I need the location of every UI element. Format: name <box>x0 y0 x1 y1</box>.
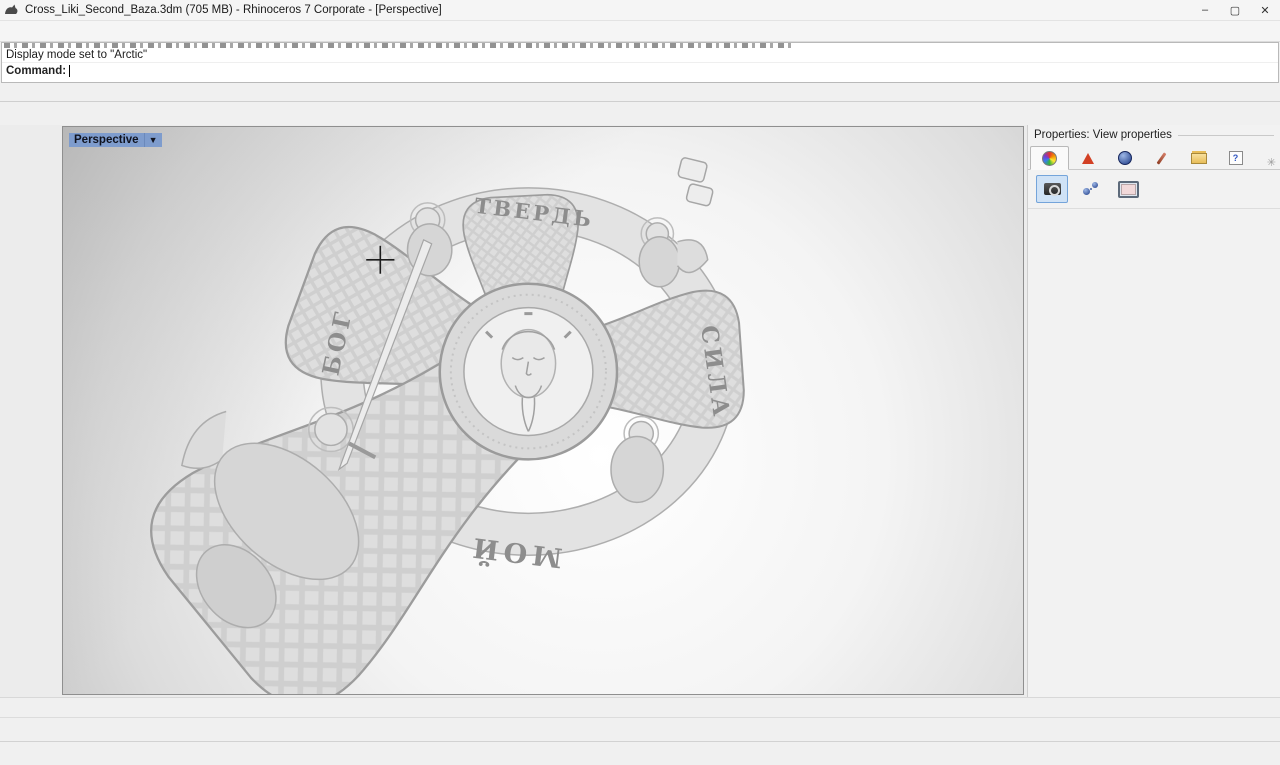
maximize-button[interactable]: ▢ <box>1220 1 1250 20</box>
properties-panel: Properties: View properties ? ✳ <box>1027 125 1280 697</box>
molecule-icon <box>1082 182 1098 196</box>
monitor-icon <box>1118 181 1139 198</box>
main-area: Perspective ▼ <box>0 125 1280 697</box>
model-cross: ТВЕРДЬ БОГ СИЛА МОЙ <box>126 157 746 694</box>
color-wheel-icon <box>1042 151 1057 166</box>
clipped-history-line <box>4 43 795 48</box>
viewport-title-dropdown-icon[interactable]: ▼ <box>145 134 162 146</box>
camera-icon <box>1044 183 1061 195</box>
folder-icon <box>1191 153 1207 164</box>
object-sphere-tab[interactable] <box>1106 147 1143 169</box>
command-prompt-label: Command: <box>6 65 66 77</box>
perspective-viewport[interactable]: Perspective ▼ <box>62 126 1024 695</box>
view-properties-subtabs <box>1028 170 1280 209</box>
command-prompt[interactable]: Command: <box>2 63 1278 79</box>
command-history-line: Display mode set to "Arctic" <box>2 48 1278 63</box>
title-bar: Cross_Liki_Second_Baza.3dm (705 MB) - Rh… <box>0 0 1280 21</box>
command-area[interactable]: Display mode set to "Arctic" Command: <box>1 42 1279 83</box>
close-button[interactable]: ✕ <box>1250 1 1280 20</box>
folder-tab[interactable] <box>1180 147 1217 169</box>
left-toolbar <box>0 125 62 697</box>
monitor-subtab[interactable] <box>1112 175 1144 203</box>
toolbar-tab-strip <box>0 83 1280 102</box>
model-cross-render: ТВЕРДЬ БОГ СИЛА МОЙ <box>63 127 1023 694</box>
viewport-title-label[interactable]: Perspective ▼ <box>69 133 162 147</box>
rhino-app-icon <box>4 3 20 17</box>
text-caret <box>69 65 70 77</box>
notes-icon: ? <box>1229 151 1243 165</box>
properties-header: Properties: View properties <box>1028 125 1280 143</box>
molecule-subtab[interactable] <box>1074 175 1106 203</box>
dark-sphere-icon <box>1118 151 1132 165</box>
properties-wheel-tab[interactable] <box>1030 146 1069 170</box>
osnap-bar <box>0 717 1280 742</box>
properties-tab-row: ? ✳ <box>1028 143 1280 170</box>
viewport-title-text: Perspective <box>69 133 145 147</box>
red-cone-icon <box>1082 153 1094 164</box>
minimize-button[interactable]: – <box>1190 1 1220 20</box>
viewport-tab-strip <box>0 697 1280 718</box>
paintbrush-tab[interactable] <box>1143 147 1180 169</box>
notes-tab[interactable]: ? <box>1217 147 1254 169</box>
window-title: Cross_Liki_Second_Baza.3dm (705 MB) - Rh… <box>25 4 442 16</box>
window-controls: – ▢ ✕ <box>1190 1 1280 20</box>
menu-bar <box>0 21 1280 42</box>
center-medallion <box>440 284 617 460</box>
camera-subtab[interactable] <box>1036 175 1068 203</box>
properties-header-text: Properties: View properties <box>1034 129 1172 141</box>
status-bar <box>0 741 1280 765</box>
paintbrush-icon <box>1157 152 1167 164</box>
panel-gear-icon[interactable]: ✳ <box>1267 156 1278 169</box>
display-cone-tab[interactable] <box>1069 147 1106 169</box>
pendant-loop <box>677 157 713 206</box>
